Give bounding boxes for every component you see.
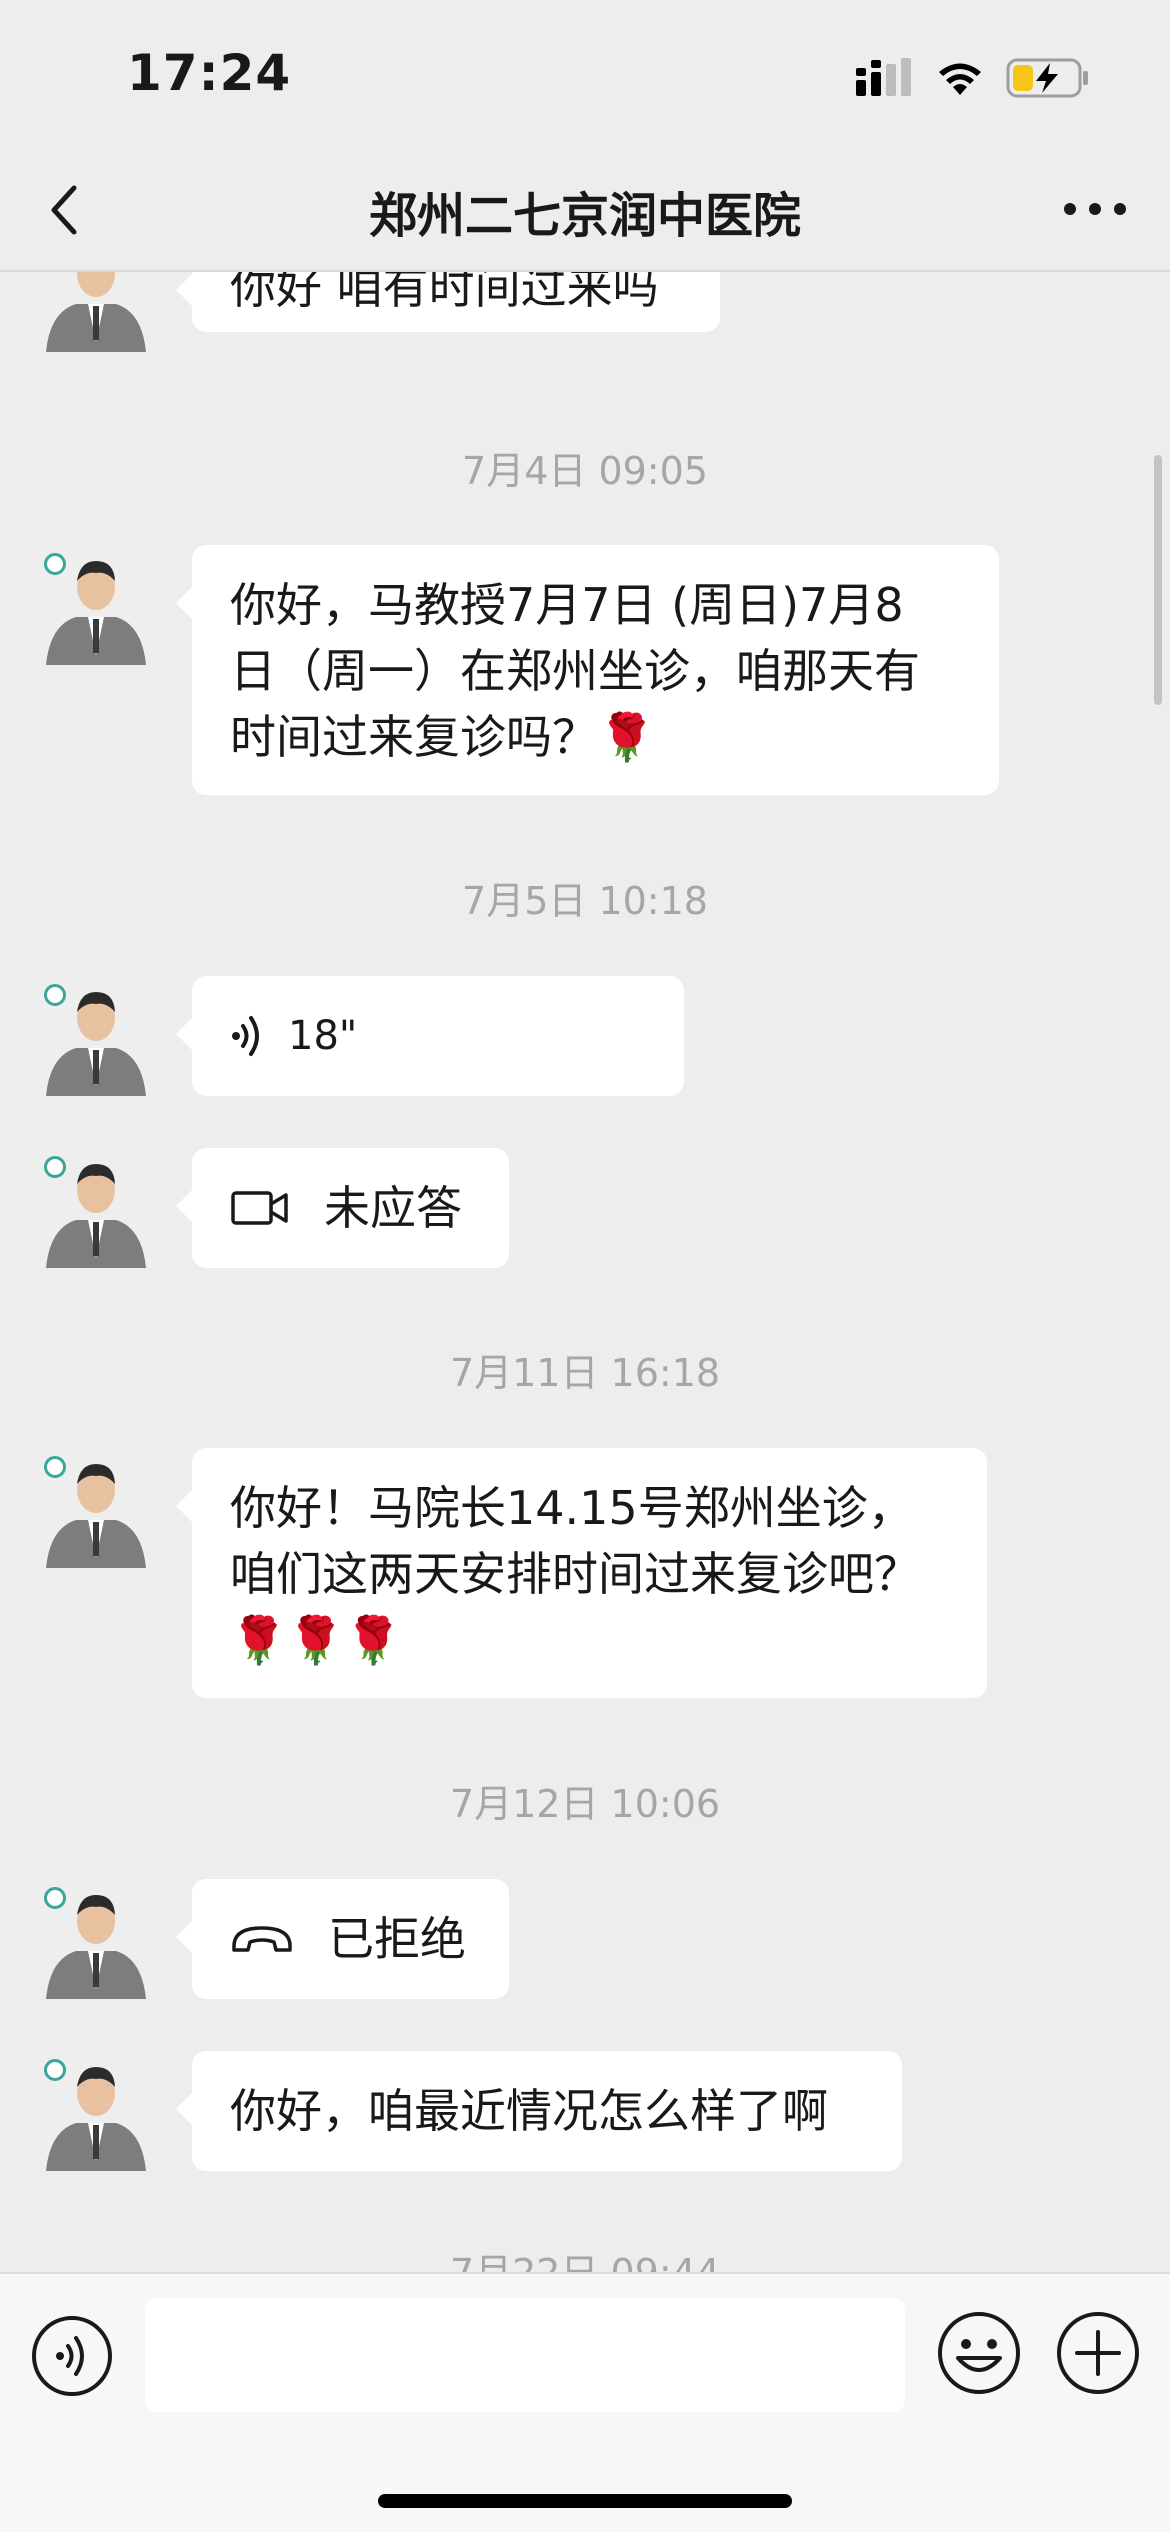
video-call-bubble[interactable]: 未应答 xyxy=(176,1148,509,1268)
avatar[interactable] xyxy=(36,2051,156,2171)
message-bubble[interactable]: 你好！马院长14.15号郑州坐诊， 咱们这两天安排时间过来复诊吧？ 🌹🌹🌹 xyxy=(176,1448,987,1698)
voice-input-icon[interactable] xyxy=(30,2314,114,2398)
status-icons xyxy=(854,58,1090,98)
scrollbar[interactable] xyxy=(1154,455,1162,705)
message-text: 你好 咱有时间过来吗 xyxy=(230,272,659,314)
timestamp: 7月11日 16:18 xyxy=(449,1351,721,1395)
doctor-portrait-icon xyxy=(36,272,156,352)
message-bubble[interactable]: 你好，马教授7月7日 (周日)7月8 日（周一）在郑州坐诊，咱那天有 时间过来复… xyxy=(176,545,999,795)
battery-charging-icon xyxy=(1006,58,1088,98)
message-bubble[interactable]: 你好 咱有时间过来吗 xyxy=(176,272,720,332)
video-camera-icon xyxy=(231,1191,288,1225)
voice-wave-icon xyxy=(232,1016,259,1056)
call-status: 未应答 xyxy=(324,1181,462,1235)
voice-call-bubble[interactable]: 已拒绝 xyxy=(176,1879,509,1999)
status-time: 17:24 xyxy=(127,44,292,102)
avatar[interactable] xyxy=(36,272,156,352)
message-line: 🌹🌹🌹 xyxy=(230,1613,402,1667)
online-status-dot xyxy=(44,1156,66,1178)
message-line: 你好，马教授7月7日 (周日)7月8 xyxy=(230,578,904,632)
avatar[interactable] xyxy=(36,976,156,1096)
input-bar xyxy=(0,2272,1170,2532)
emoji-icon[interactable] xyxy=(936,2310,1022,2396)
message-line: 时间过来复诊吗？🌹 xyxy=(230,710,656,764)
online-status-dot xyxy=(44,1456,66,1478)
home-indicator xyxy=(378,2494,792,2508)
message-line: 咱们这两天安排时间过来复诊吧？ xyxy=(230,1547,920,1601)
wifi-icon xyxy=(939,63,981,95)
message-text: 你好，咱最近情况怎么样了啊 xyxy=(230,2084,828,2138)
avatar[interactable] xyxy=(36,1148,156,1268)
timestamp: 7月4日 09:05 xyxy=(462,449,708,493)
avatar[interactable] xyxy=(36,545,156,665)
online-status-dot xyxy=(44,984,66,1006)
voice-message-bubble[interactable]: 18" xyxy=(176,976,684,1096)
nav-bar: 郑州二七京润中医院 xyxy=(0,150,1170,272)
timestamp: 7月22日 09:44 xyxy=(0,2242,1170,2272)
timestamp: 7月12日 10:06 xyxy=(449,1782,721,1826)
message-line: 你好！马院长14.15号郑州坐诊， xyxy=(230,1481,914,1535)
more-dots-icon[interactable] xyxy=(1060,184,1130,234)
signal-icon xyxy=(856,58,911,96)
chat-messages[interactable]: 你好 咱有时间过来吗 7月4日 09:05 你好，马教授7月7日 (周日)7月8… xyxy=(0,272,1170,2272)
voice-duration: 18" xyxy=(288,1013,358,1059)
plus-icon[interactable] xyxy=(1055,2310,1141,2396)
message-bubble[interactable]: 你好，咱最近情况怎么样了啊 xyxy=(176,2051,902,2171)
phone-hangup-icon xyxy=(232,1926,292,1952)
avatar[interactable] xyxy=(36,1448,156,1568)
call-status: 已拒绝 xyxy=(328,1912,466,1966)
message-input[interactable] xyxy=(145,2298,905,2412)
chat-title: 郑州二七京润中医院 xyxy=(368,188,801,244)
avatar[interactable] xyxy=(36,1879,156,1999)
online-status-dot xyxy=(44,553,66,575)
message-line: 日（周一）在郑州坐诊，咱那天有 xyxy=(230,644,920,698)
online-status-dot xyxy=(44,2059,66,2081)
timestamp: 7月5日 10:18 xyxy=(462,879,708,923)
online-status-dot xyxy=(44,1887,66,1909)
status-bar: 17:24 xyxy=(0,0,1170,150)
